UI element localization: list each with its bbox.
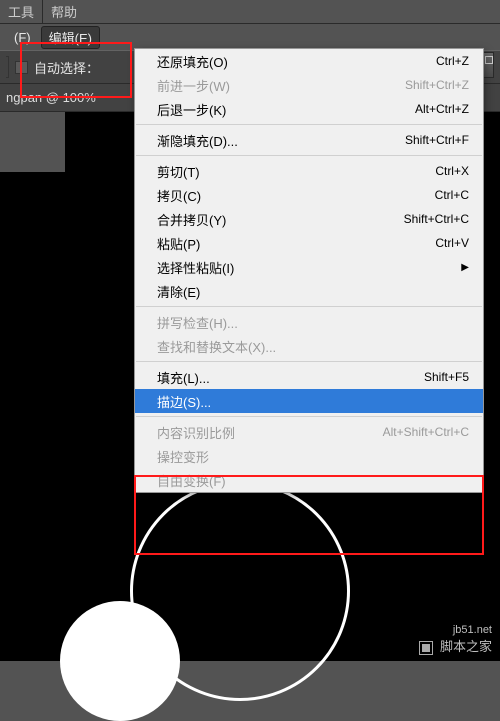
canvas-pasteboard <box>0 112 65 172</box>
menuitem-paste-special[interactable]: 选择性粘贴(I) ▶ <box>135 255 483 279</box>
menuitem-undo[interactable]: 还原填充(O) Ctrl+Z <box>135 49 483 73</box>
autoselect-label: 自动选择： <box>34 58 99 77</box>
panel-tab-help[interactable]: 帮助 <box>43 0 85 23</box>
menuitem-paste[interactable]: 粘贴(P) Ctrl+V <box>135 231 483 255</box>
menu-separator <box>136 361 482 362</box>
menu-edit[interactable]: 编辑(E) <box>41 26 100 49</box>
menuitem-spellcheck: 拼写检查(H)... <box>135 310 483 334</box>
menuitem-step-backward[interactable]: 后退一步(K) Alt+Ctrl+Z <box>135 97 483 121</box>
menu-separator <box>136 124 482 125</box>
toolbar-group-divider <box>6 56 9 78</box>
watermark-logo-icon <box>419 641 433 655</box>
watermark-text: 脚本之家 <box>440 639 492 654</box>
menuitem-puppet-warp: 操控变形 <box>135 444 483 468</box>
menu-separator <box>136 416 482 417</box>
menuitem-clear[interactable]: 清除(E) <box>135 279 483 303</box>
menuitem-stroke[interactable]: 描边(S)... <box>135 389 483 413</box>
document-tab-label: ngpan @ 100% <box>6 90 96 105</box>
panel-tabbar: 工具 帮助 <box>0 0 500 24</box>
menuitem-copy-merged[interactable]: 合并拷贝(Y) Shift+Ctrl+C <box>135 207 483 231</box>
submenu-arrow-icon: ▶ <box>461 262 469 273</box>
edit-menu-dropdown: 还原填充(O) Ctrl+Z 前进一步(W) Shift+Ctrl+Z 后退一步… <box>134 48 484 493</box>
menuitem-copy[interactable]: 拷贝(C) Ctrl+C <box>135 183 483 207</box>
menuitem-free-transform: 自由变换(F) <box>135 468 483 492</box>
watermark: jb51.net 脚本之家 <box>419 624 492 655</box>
watermark-url: jb51.net <box>419 624 492 636</box>
menu-separator <box>136 306 482 307</box>
menuitem-find-replace-text: 查找和替换文本(X)... <box>135 334 483 358</box>
canvas-artwork-outline <box>130 481 350 701</box>
panel-tab-tools[interactable]: 工具 <box>0 0 43 23</box>
menuitem-cut[interactable]: 剪切(T) Ctrl+X <box>135 159 483 183</box>
menuitem-step-forward: 前进一步(W) Shift+Ctrl+Z <box>135 73 483 97</box>
menu-separator <box>136 155 482 156</box>
menuitem-content-aware-scale: 内容识别比例 Alt+Shift+Ctrl+C <box>135 420 483 444</box>
menu-file-partial[interactable]: (F) <box>6 28 39 47</box>
menuitem-fill[interactable]: 填充(L)... Shift+F5 <box>135 365 483 389</box>
autoselect-checkbox[interactable] <box>15 61 28 74</box>
menuitem-fade[interactable]: 渐隐填充(D)... Shift+Ctrl+F <box>135 128 483 152</box>
app-menubar: (F) 编辑(E) <box>0 24 500 50</box>
